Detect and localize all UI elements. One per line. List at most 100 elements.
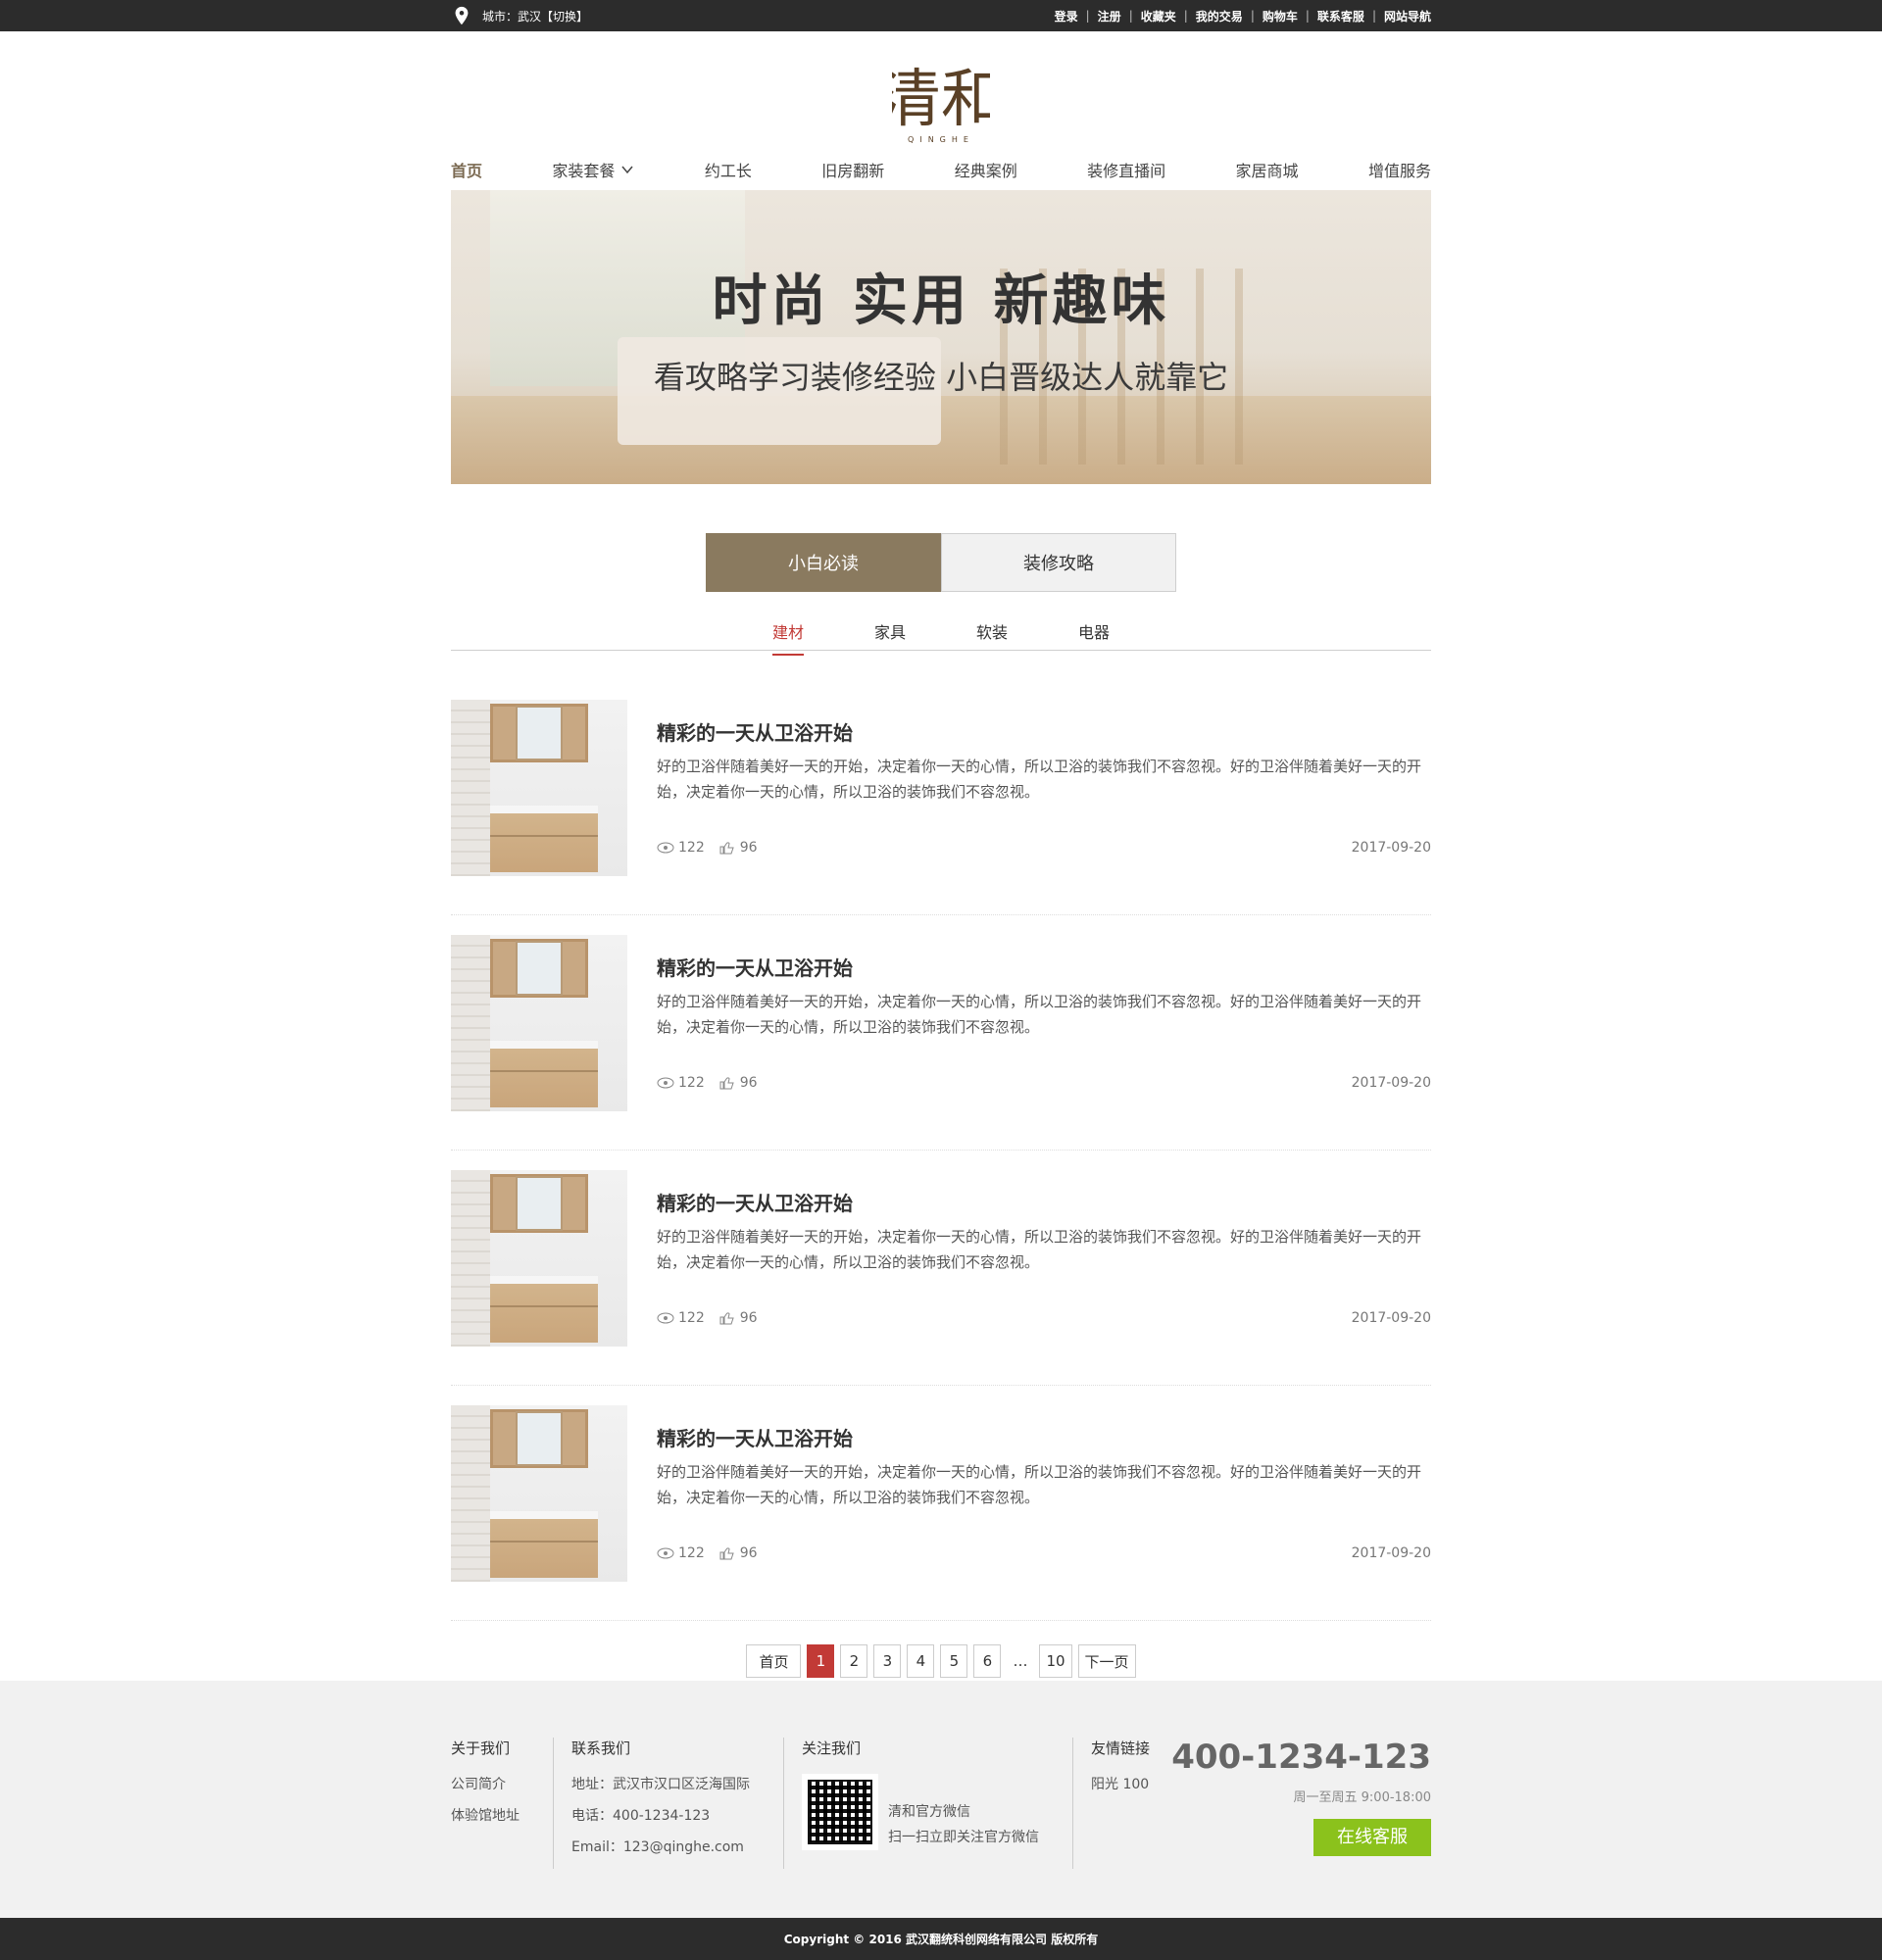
article-item[interactable]: 精彩的一天从卫浴开始 好的卫浴伴随着美好一天的开始，决定着你一天的心情，所以卫浴… — [451, 935, 1431, 1151]
article-date: 2017-09-20 — [1351, 1545, 1431, 1561]
service-hours: 周一至周五 9:00-18:00 — [1293, 1790, 1431, 1805]
footer: 关于我们 公司简介 体验馆地址 联系我们 地址：武汉市汉口区泛海国际 电话：40… — [0, 1681, 1882, 1918]
footer-link-company[interactable]: 公司简介 — [451, 1774, 520, 1793]
tab-guides[interactable]: 装修攻略 — [941, 533, 1176, 592]
main-nav: 首页 家装套餐 约工长 旧房翻新 经典案例 装修直播间 家居商城 增值服务 — [451, 149, 1431, 190]
friend-link[interactable]: 阳光 100 — [1091, 1774, 1150, 1793]
favorites-link[interactable]: 收藏夹 — [1141, 8, 1176, 24]
footer-contact: 联系我们 地址：武汉市汉口区泛海国际 电话：400-1234-123 Email… — [571, 1738, 766, 1869]
cart-link[interactable]: 购物车 — [1263, 8, 1298, 24]
divider — [1072, 1738, 1073, 1869]
nav-item-cases[interactable]: 经典案例 — [955, 158, 1017, 181]
eye-icon — [657, 1077, 674, 1089]
next-page-button[interactable]: 下一页 — [1077, 1644, 1136, 1678]
nav-label: 家装套餐 — [552, 162, 616, 180]
page-button-2[interactable]: 2 — [840, 1644, 868, 1678]
article-description: 好的卫浴伴随着美好一天的开始，决定着你一天的心情，所以卫浴的装饰我们不容忽视。好… — [657, 758, 1422, 801]
footer-email[interactable]: Email：123@qinghe.com — [571, 1837, 750, 1856]
article-thumbnail[interactable] — [451, 700, 627, 876]
view-count: 122 — [678, 1310, 705, 1326]
footer-links: 友情链接 阳光 100 — [1091, 1738, 1165, 1869]
chevron-down-icon — [621, 166, 634, 174]
article-title[interactable]: 精彩的一天从卫浴开始 — [657, 717, 1431, 746]
nav-item-foreman[interactable]: 约工长 — [705, 158, 752, 181]
footer-about-title: 关于我们 — [451, 1740, 511, 1757]
qr-caption-line2: 扫一扫立即关注官方微信 — [888, 1830, 1039, 1845]
nav-item-packages[interactable]: 家装套餐 — [552, 158, 634, 181]
category-tabs: 建材 家具 软装 电器 — [451, 615, 1431, 656]
article-thumbnail[interactable] — [451, 1405, 627, 1582]
hotline-number: 400-1234-123 — [1171, 1738, 1431, 1777]
nav-label: 首页 — [451, 162, 483, 180]
nav-item-live[interactable]: 装修直播间 — [1087, 158, 1165, 181]
article-title[interactable]: 精彩的一天从卫浴开始 — [657, 953, 1431, 981]
logo-text: 清和 — [892, 64, 990, 136]
page-button-6[interactable]: 6 — [973, 1644, 1002, 1678]
pagination: 首页 1 2 3 4 5 6 … 10 下一页 — [451, 1644, 1431, 1678]
brand-logo[interactable]: 清和 QINGHE — [451, 31, 1431, 149]
article-date: 2017-09-20 — [1351, 1310, 1431, 1326]
page-ellipsis: … — [1007, 1644, 1034, 1678]
qinghe-logo-mark: 清和 QINGHE — [892, 64, 990, 144]
page-button-1[interactable]: 1 — [807, 1644, 835, 1678]
banner-floor-graphic — [451, 396, 1431, 484]
article-item[interactable]: 精彩的一天从卫浴开始 好的卫浴伴随着美好一天的开始，决定着你一天的心情，所以卫浴… — [451, 1405, 1431, 1621]
nav-label: 约工长 — [704, 162, 752, 180]
footer-link-showroom[interactable]: 体验馆地址 — [451, 1805, 520, 1825]
main-tabs: 小白必读 装修攻略 — [451, 533, 1431, 592]
article-item[interactable]: 精彩的一天从卫浴开始 好的卫浴伴随着美好一天的开始，决定着你一天的心情，所以卫浴… — [451, 700, 1431, 915]
banner-subtitle: 看攻略学习装修经验 小白晋级达人就靠它 — [653, 359, 1229, 396]
top-bar: 城市：武汉【切换】 登录 | 注册 | 收藏夹 | 我的交易 | 购物车 | 联系客服 | … — [0, 0, 1882, 31]
contact-service-link[interactable]: 联系客服 — [1317, 8, 1364, 24]
page-button-5[interactable]: 5 — [940, 1644, 968, 1678]
thumbs-up-icon[interactable] — [718, 1311, 736, 1325]
article-item[interactable]: 精彩的一天从卫浴开始 好的卫浴伴随着美好一天的开始，决定着你一天的心情，所以卫浴… — [451, 1170, 1431, 1386]
register-link[interactable]: 注册 — [1098, 8, 1121, 24]
city-selector[interactable]: 城市：武汉【切换】 — [451, 5, 588, 26]
thumbs-up-icon[interactable] — [718, 841, 736, 855]
subtab-appliances[interactable]: 电器 — [1078, 615, 1110, 650]
eye-icon — [657, 1547, 674, 1559]
article-thumbnail[interactable] — [451, 1170, 627, 1347]
subtab-soft-decoration[interactable]: 软装 — [976, 615, 1008, 650]
article-title[interactable]: 精彩的一天从卫浴开始 — [657, 1423, 1431, 1451]
footer-about: 关于我们 公司简介 体验馆地址 — [451, 1738, 535, 1869]
page-button-3[interactable]: 3 — [873, 1644, 902, 1678]
page-button-10[interactable]: 10 — [1039, 1644, 1072, 1678]
article-thumbnail[interactable] — [451, 935, 627, 1111]
footer-address: 地址：武汉市汉口区泛海国际 — [571, 1777, 750, 1792]
hero-banner: 时尚 实用 新趣味 看攻略学习装修经验 小白晋级达人就靠它 — [451, 190, 1431, 484]
thumbs-up-icon[interactable] — [718, 1546, 736, 1560]
nav-item-mall[interactable]: 家居商城 — [1236, 158, 1299, 181]
article-date: 2017-09-20 — [1351, 840, 1431, 856]
nav-item-services[interactable]: 增值服务 — [1368, 158, 1431, 181]
subtab-furniture[interactable]: 家具 — [874, 615, 906, 650]
wechat-qr-code — [802, 1774, 878, 1850]
nav-label: 经典案例 — [954, 162, 1017, 180]
article-title[interactable]: 精彩的一天从卫浴开始 — [657, 1188, 1431, 1216]
article-description: 好的卫浴伴随着美好一天的开始，决定着你一天的心情，所以卫浴的装饰我们不容忽视。好… — [657, 1463, 1422, 1506]
hotline-box: 400-1234-123 周一至周五 9:00-18:00 在线客服 — [1171, 1738, 1431, 1869]
online-service-button[interactable]: 在线客服 — [1313, 1819, 1431, 1856]
site-nav-link[interactable]: 网站导航 — [1384, 8, 1431, 24]
tab-beginner[interactable]: 小白必读 — [706, 533, 941, 592]
divider — [553, 1738, 554, 1869]
nav-item-renovation[interactable]: 旧房翻新 — [821, 158, 884, 181]
footer-follow: 关注我们 清和官方微信 扫一扫立即关注官方微信 — [802, 1738, 1055, 1869]
page-button-4[interactable]: 4 — [907, 1644, 935, 1678]
nav-label: 家居商城 — [1235, 162, 1299, 180]
nav-label: 装修直播间 — [1087, 162, 1166, 180]
login-link[interactable]: 登录 — [1055, 8, 1078, 24]
qr-caption-line1: 清和官方微信 — [888, 1804, 970, 1820]
first-page-button[interactable]: 首页 — [746, 1644, 802, 1678]
view-count: 122 — [678, 840, 705, 856]
subtab-building-materials[interactable]: 建材 — [771, 615, 804, 656]
article-date: 2017-09-20 — [1351, 1075, 1431, 1091]
thumbs-up-icon[interactable] — [718, 1076, 736, 1090]
city-text[interactable]: 城市：武汉【切换】 — [482, 8, 588, 24]
location-pin-icon — [455, 6, 469, 25]
footer-phone: 电话：400-1234-123 — [571, 1808, 711, 1824]
my-trades-link[interactable]: 我的交易 — [1196, 8, 1243, 24]
nav-item-home[interactable]: 首页 — [451, 158, 482, 181]
view-count: 122 — [678, 1075, 705, 1091]
